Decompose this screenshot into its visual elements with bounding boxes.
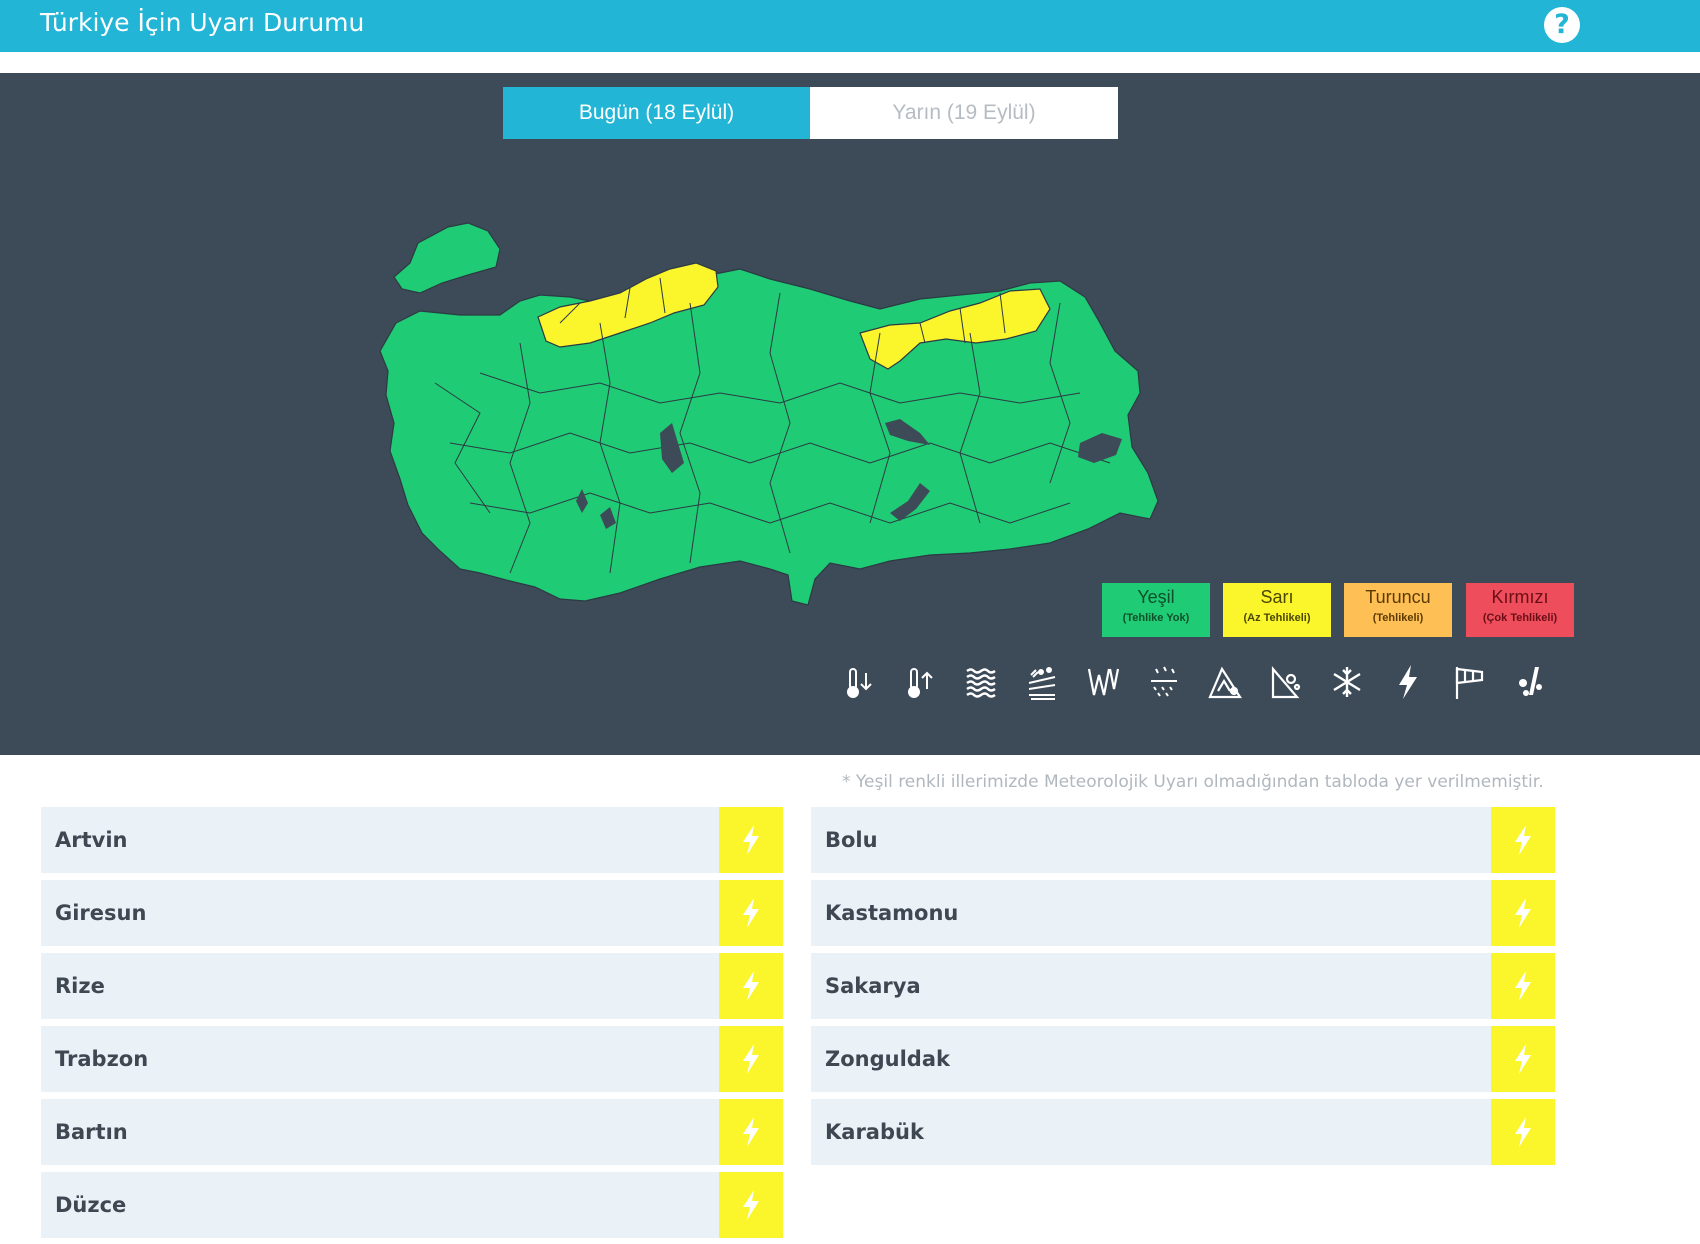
help-icon[interactable]: ? xyxy=(1544,7,1580,43)
province-name: Giresun xyxy=(55,901,147,925)
table-row[interactable]: Zonguldak xyxy=(811,1026,1555,1092)
rain-snow-icon[interactable] xyxy=(1143,661,1185,703)
hail-icon[interactable] xyxy=(1509,661,1551,703)
lightning-icon xyxy=(719,953,783,1019)
lightning-icon xyxy=(1491,807,1555,873)
snowflake-icon[interactable] xyxy=(1326,661,1368,703)
province-name: Artvin xyxy=(55,828,128,852)
lightning-icon xyxy=(719,880,783,946)
table-row[interactable]: Karabük xyxy=(811,1099,1555,1165)
lightning-icon xyxy=(1491,953,1555,1019)
tab-tomorrow[interactable]: Yarın (19 Eylül) xyxy=(810,87,1118,139)
province-name: Bartın xyxy=(55,1120,128,1144)
table-row[interactable]: Kastamonu xyxy=(811,880,1555,946)
province-name: Düzce xyxy=(55,1193,127,1217)
table-row[interactable]: Bolu xyxy=(811,807,1555,873)
wind-icon[interactable] xyxy=(1082,661,1124,703)
map-panel: Bugün (18 Eylül) Yarın (19 Eylül) Yeşil … xyxy=(0,73,1700,755)
app-header: Türkiye İçin Uyarı Durumu ? xyxy=(0,0,1700,52)
page-title: Türkiye İçin Uyarı Durumu xyxy=(40,8,365,37)
province-name: Zonguldak xyxy=(825,1047,950,1071)
table-row[interactable]: Sakarya xyxy=(811,953,1555,1019)
legend-green: Yeşil (Tehlike Yok) xyxy=(1102,583,1210,637)
lightning-icon xyxy=(1491,1099,1555,1165)
avalanche-icon[interactable] xyxy=(1204,661,1246,703)
province-name: Bolu xyxy=(825,828,878,852)
legend-orange: Turuncu (Tehlikeli) xyxy=(1344,583,1452,637)
table-row[interactable]: Bartın xyxy=(41,1099,783,1165)
lightning-icon[interactable] xyxy=(1387,661,1429,703)
table-row[interactable]: Trabzon xyxy=(41,1026,783,1092)
map-region-thrace xyxy=(393,222,501,294)
province-name: Trabzon xyxy=(55,1047,149,1071)
landslide-icon[interactable] xyxy=(1265,661,1307,703)
table-row[interactable]: Giresun xyxy=(41,880,783,946)
province-name: Sakarya xyxy=(825,974,921,998)
lightning-icon xyxy=(719,1026,783,1092)
lightning-icon xyxy=(1491,1026,1555,1092)
province-name: Karabük xyxy=(825,1120,924,1144)
cold-thermometer-icon[interactable] xyxy=(838,661,880,703)
province-name: Rize xyxy=(55,974,105,998)
dust-storm-icon[interactable] xyxy=(1021,661,1063,703)
lightning-icon xyxy=(719,807,783,873)
lightning-icon xyxy=(1491,880,1555,946)
lightning-icon xyxy=(719,1099,783,1165)
lightning-icon xyxy=(719,1172,783,1238)
note-text: * Yeşil renkli illerimizde Meteorolojik … xyxy=(842,772,1544,792)
windsock-icon[interactable] xyxy=(1448,661,1490,703)
fog-waves-icon[interactable] xyxy=(960,661,1002,703)
tab-today[interactable]: Bugün (18 Eylül) xyxy=(503,87,810,139)
table-row[interactable]: Artvin xyxy=(41,807,783,873)
province-name: Kastamonu xyxy=(825,901,959,925)
table-row[interactable]: Rize xyxy=(41,953,783,1019)
hot-thermometer-icon[interactable] xyxy=(899,661,941,703)
legend-yellow: Sarı (Az Tehlikeli) xyxy=(1223,583,1331,637)
legend-red: Kırmızı (Çok Tehlikeli) xyxy=(1466,583,1574,637)
marmara-sea xyxy=(420,291,510,313)
table-row[interactable]: Düzce xyxy=(41,1172,783,1238)
